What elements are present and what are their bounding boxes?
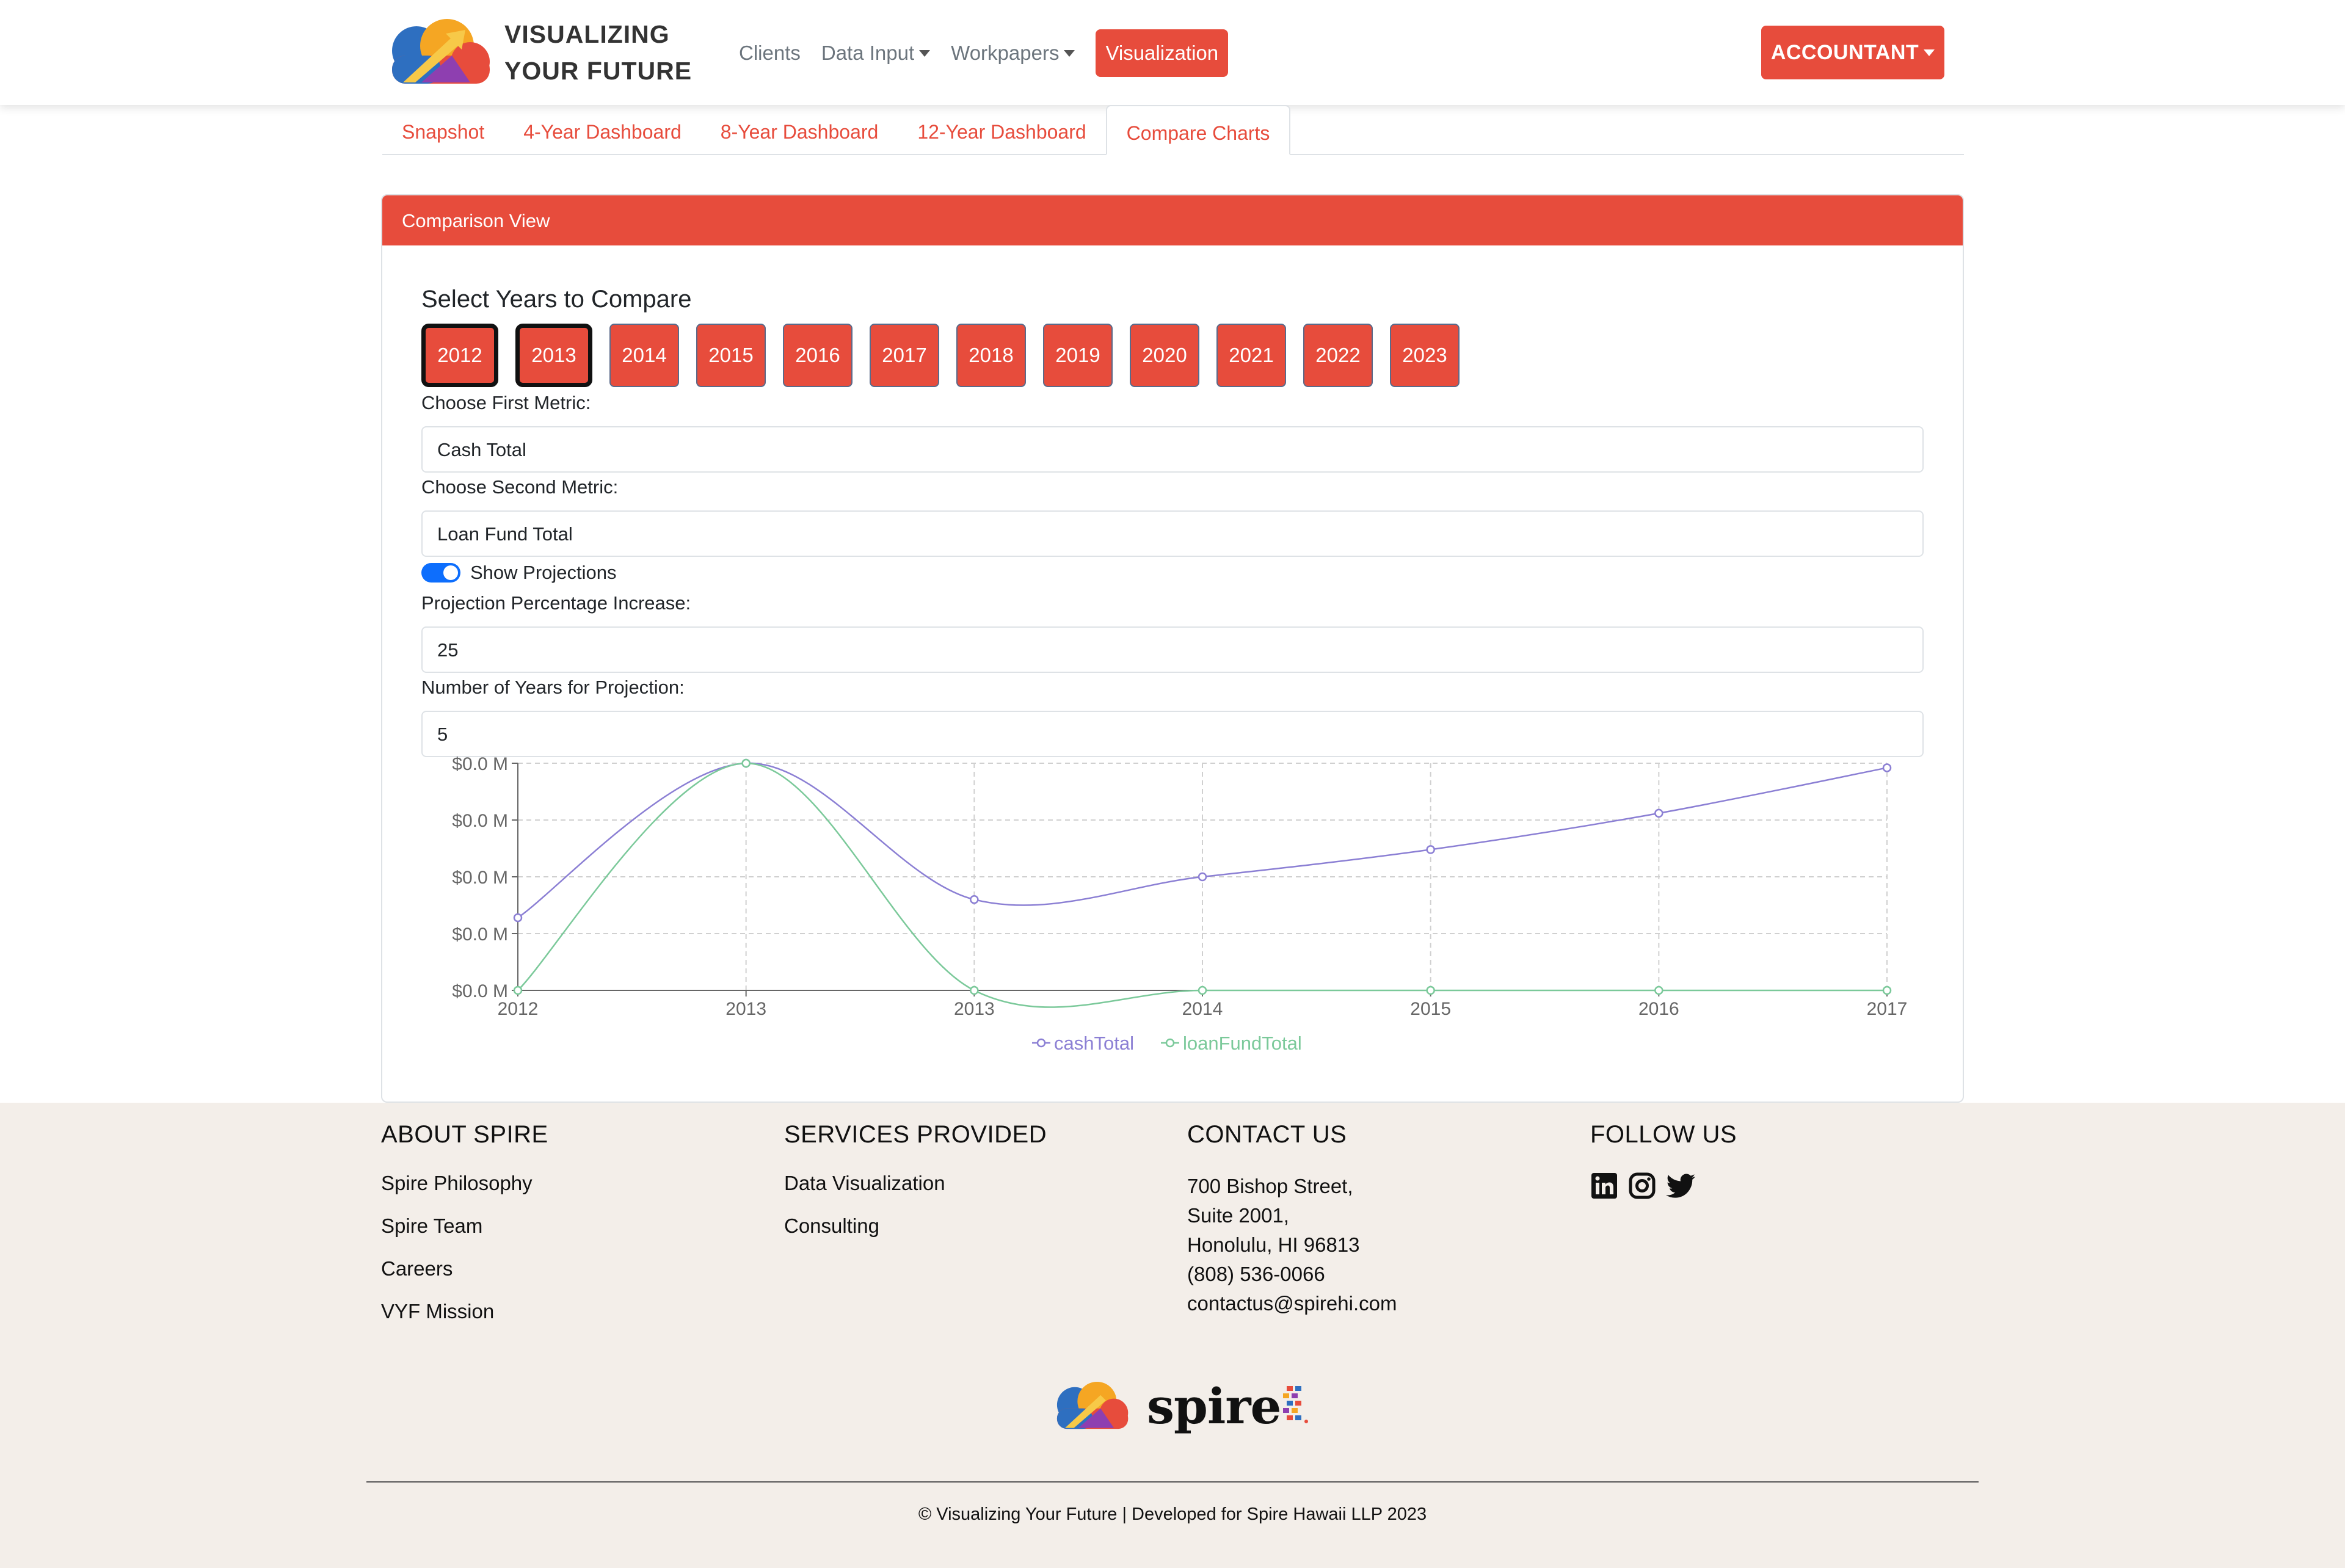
brand-line-2: YOUR FUTURE xyxy=(504,57,693,85)
nav-clients[interactable]: Clients xyxy=(739,42,801,65)
second-metric-label: Choose Second Metric: xyxy=(421,476,619,498)
year-button-2017[interactable]: 2017 xyxy=(870,324,939,387)
footer-link-consulting[interactable]: Consulting xyxy=(784,1214,1047,1238)
tab-compare-charts[interactable]: Compare Charts xyxy=(1105,105,1291,155)
tab-12-year-dashboard[interactable]: 12-Year Dashboard xyxy=(898,105,1105,155)
year-button-2015[interactable]: 2015 xyxy=(696,324,766,387)
footer-link-data-visualization[interactable]: Data Visualization xyxy=(784,1172,1047,1195)
card-header: Comparison View xyxy=(382,195,1963,245)
years-section-title: Select Years to Compare xyxy=(421,286,692,313)
second-metric-select[interactable]: Loan Fund Total xyxy=(421,510,1924,557)
contact-email[interactable]: contactus@spirehi.com xyxy=(1187,1289,1397,1318)
projection-percentage-label: Projection Percentage Increase: xyxy=(421,592,691,614)
year-button-2013[interactable]: 2013 xyxy=(515,324,592,387)
footer-follow-title: FOLLOW US xyxy=(1590,1121,1737,1148)
cloud-logo-icon xyxy=(392,19,490,84)
year-button-group: 2012 2013 2014 2015 2016 2017 2018 2019 … xyxy=(421,324,1477,387)
year-button-2019[interactable]: 2019 xyxy=(1043,324,1113,387)
footer-contact-title: CONTACT US xyxy=(1187,1121,1347,1148)
year-button-2016[interactable]: 2016 xyxy=(783,324,853,387)
footer-spire-logo: spire xyxy=(1045,1377,1310,1435)
projection-years-label: Number of Years for Projection: xyxy=(421,677,685,698)
first-metric-label: Choose First Metric: xyxy=(421,392,591,413)
site-footer: ABOUT SPIRE Spire Philosophy Spire Team … xyxy=(0,1103,2345,1568)
year-button-2014[interactable]: 2014 xyxy=(609,324,679,387)
caret-down-icon xyxy=(1924,49,1935,56)
brand-title: VISUALIZING YOUR FUTURE xyxy=(504,16,692,89)
year-button-2020[interactable]: 2020 xyxy=(1130,324,1199,387)
contact-city: Honolulu, HI 96813 xyxy=(1187,1233,1360,1256)
year-button-2021[interactable]: 2021 xyxy=(1216,324,1286,387)
show-projections-switch[interactable] xyxy=(421,563,460,583)
footer-about-title: ABOUT SPIRE xyxy=(381,1121,548,1148)
nav-workpapers-label: Workpapers xyxy=(951,42,1060,64)
nav-data-input-dropdown[interactable]: Data Input xyxy=(821,42,931,65)
nav-visualization[interactable]: Visualization xyxy=(1096,29,1229,77)
footer-link-careers[interactable]: Careers xyxy=(381,1257,548,1280)
footer-services-column: SERVICES PROVIDED Data Visualization Con… xyxy=(784,1121,1047,1257)
account-dropdown-button[interactable]: ACCOUNTANT xyxy=(1761,26,1944,79)
twitter-icon[interactable] xyxy=(1666,1172,1696,1203)
year-button-2018[interactable]: 2018 xyxy=(956,324,1026,387)
footer-follow-column: FOLLOW US xyxy=(1590,1121,1737,1203)
projection-percentage-input[interactable]: 25 xyxy=(421,626,1924,673)
caret-down-icon xyxy=(919,49,931,57)
spire-mark-icon xyxy=(1283,1386,1309,1423)
year-button-2022[interactable]: 2022 xyxy=(1303,324,1373,387)
footer-services-title: SERVICES PROVIDED xyxy=(784,1121,1047,1148)
footer-copyright: © Visualizing Your Future | Developed fo… xyxy=(918,1504,1427,1524)
show-projections-toggle-row: Show Projections xyxy=(421,562,617,584)
year-button-2023[interactable]: 2023 xyxy=(1390,324,1460,387)
show-projections-label: Show Projections xyxy=(470,562,617,583)
top-navbar: VISUALIZING YOUR FUTURE Clients Data Inp… xyxy=(0,0,2345,105)
nav-data-input-label: Data Input xyxy=(821,42,915,64)
tab-8-year-dashboard[interactable]: 8-Year Dashboard xyxy=(701,105,898,155)
footer-contact-column: CONTACT US 700 Bishop Street, Suite 2001… xyxy=(1187,1121,1397,1318)
instagram-icon[interactable] xyxy=(1628,1172,1656,1203)
contact-suite: Suite 2001, xyxy=(1187,1204,1289,1227)
brand-line-1: VISUALIZING xyxy=(504,20,670,48)
tab-snapshot[interactable]: Snapshot xyxy=(382,105,504,155)
first-metric-select[interactable]: Cash Total xyxy=(421,426,1924,473)
contact-street: 700 Bishop Street, xyxy=(1187,1175,1353,1197)
main-nav: Clients Data Input Workpapers Visualizat… xyxy=(739,29,1229,77)
spire-wordmark: spire xyxy=(1147,1377,1281,1435)
footer-link-spire-philosophy[interactable]: Spire Philosophy xyxy=(381,1172,548,1195)
account-label: ACCOUNTANT xyxy=(1770,40,1919,64)
brand-logo[interactable]: VISUALIZING YOUR FUTURE xyxy=(379,16,692,89)
year-button-2012[interactable]: 2012 xyxy=(421,324,498,387)
caret-down-icon xyxy=(1064,49,1075,57)
footer-link-vyf-mission[interactable]: VYF Mission xyxy=(381,1300,548,1323)
nav-workpapers-dropdown[interactable]: Workpapers xyxy=(951,42,1075,65)
footer-about-column: ABOUT SPIRE Spire Philosophy Spire Team … xyxy=(381,1121,548,1343)
contact-phone[interactable]: (808) 536-0066 xyxy=(1187,1260,1397,1289)
dashboard-tabs: Snapshot 4-Year Dashboard 8-Year Dashboa… xyxy=(382,105,1964,155)
comparison-card: Comparison View Select Years to Compare … xyxy=(381,194,1964,1103)
cloud-logo-icon xyxy=(1056,1382,1129,1429)
footer-divider xyxy=(366,1481,1979,1483)
tab-4-year-dashboard[interactable]: 4-Year Dashboard xyxy=(504,105,701,155)
footer-link-spire-team[interactable]: Spire Team xyxy=(381,1214,548,1238)
linkedin-icon[interactable] xyxy=(1590,1172,1618,1203)
social-links xyxy=(1590,1172,1737,1203)
projection-years-input[interactable]: 5 xyxy=(421,711,1924,757)
